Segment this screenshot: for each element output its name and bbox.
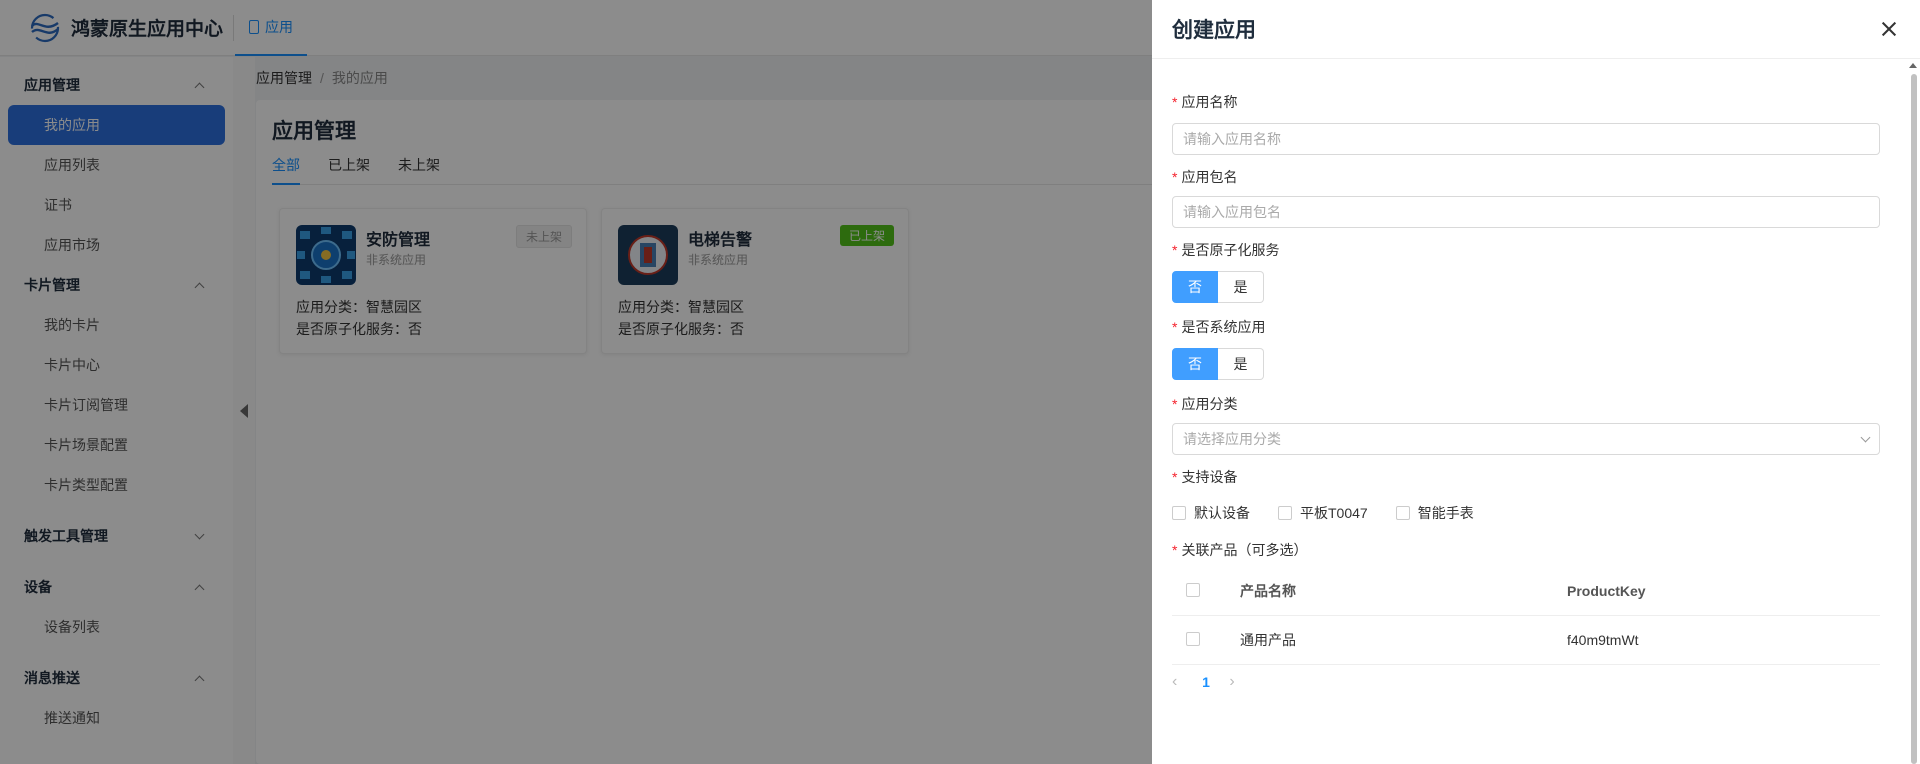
- app-name-input[interactable]: [1172, 123, 1880, 155]
- pagination: ‹ 1 ›: [1172, 673, 1248, 691]
- page-number[interactable]: 1: [1196, 674, 1216, 690]
- atomic-service-toggle: 否 是: [1172, 271, 1264, 303]
- table-row[interactable]: 通用产品 f40m9tmWt: [1172, 616, 1880, 665]
- field-label: * 应用分类: [1172, 396, 1238, 412]
- system-yes-button[interactable]: 是: [1218, 348, 1264, 380]
- products-table: 产品名称 ProductKey 通用产品 f40m9tmWt: [1172, 567, 1880, 665]
- row-checkbox[interactable]: [1186, 631, 1200, 646]
- device-checkboxes: 默认设备 平板T0047 智能手表: [1172, 503, 1502, 523]
- checkbox-icon: [1278, 506, 1292, 520]
- select-all-checkbox[interactable]: [1186, 582, 1200, 597]
- device-watch-checkbox[interactable]: 智能手表: [1395, 503, 1474, 523]
- chevron-down-icon: [1860, 432, 1871, 442]
- field-label: * 关联产品（可多选）: [1172, 542, 1308, 558]
- category-select[interactable]: 请选择应用分类: [1172, 423, 1880, 455]
- column-header: ProductKey: [1567, 583, 1646, 599]
- table-header: 产品名称 ProductKey: [1172, 567, 1880, 616]
- system-no-button[interactable]: 否: [1172, 348, 1218, 380]
- field-label: * 是否原子化服务: [1172, 242, 1280, 258]
- drawer-header: 创建应用: [1152, 0, 1920, 59]
- atomic-yes-button[interactable]: 是: [1218, 271, 1264, 303]
- scroll-up-arrow-icon[interactable]: [1909, 63, 1917, 68]
- column-header: 产品名称: [1240, 583, 1296, 599]
- product-key: f40m9tmWt: [1567, 632, 1639, 648]
- close-icon[interactable]: [1878, 18, 1900, 40]
- next-page-button[interactable]: ›: [1216, 673, 1248, 691]
- field-label: * 是否系统应用: [1172, 319, 1266, 335]
- create-app-drawer: 创建应用 *应用名称 *应用包名 *是否原子化服务 否 是 *是否系统应用 否 …: [1152, 0, 1920, 764]
- atomic-no-button[interactable]: 否: [1172, 271, 1218, 303]
- system-app-toggle: 否 是: [1172, 348, 1264, 380]
- scrollbar[interactable]: [1911, 74, 1917, 764]
- drawer-title: 创建应用: [1172, 19, 1256, 42]
- field-label: * 支持设备: [1172, 469, 1238, 485]
- device-default-checkbox[interactable]: 默认设备: [1172, 503, 1250, 523]
- checkbox-icon: [1395, 506, 1410, 520]
- product-name: 通用产品: [1240, 632, 1296, 648]
- category-placeholder: 请选择应用分类: [1183, 431, 1281, 447]
- checkbox-icon: [1172, 506, 1186, 520]
- field-label: * 应用包名: [1172, 169, 1238, 185]
- field-label: * 应用名称: [1172, 94, 1238, 110]
- package-name-input[interactable]: [1172, 196, 1880, 228]
- prev-page-button[interactable]: ‹: [1172, 673, 1196, 691]
- device-tablet-checkbox[interactable]: 平板T0047: [1278, 503, 1368, 523]
- create-app-form: *应用名称 *应用包名 *是否原子化服务 否 是 *是否系统应用 否 是 *应用…: [1172, 59, 1882, 764]
